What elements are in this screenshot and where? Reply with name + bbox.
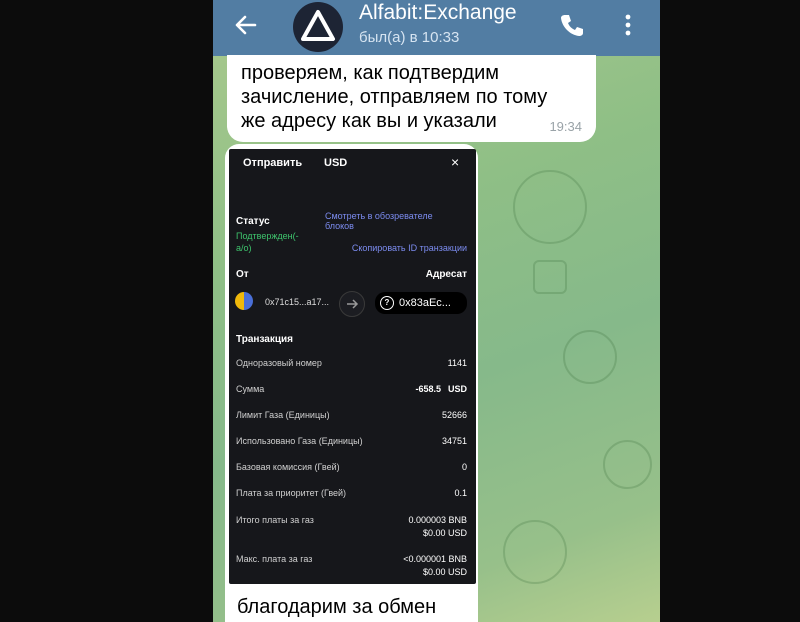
last-seen-status: был(а) в 10:33 (359, 29, 460, 46)
tx-row-label: Базовая комиссия (Гвей) (236, 462, 340, 472)
message-time: 19:34 (549, 119, 582, 134)
transaction-screenshot[interactable]: Отправить USD × Статус Подтвержден(-а/о)… (229, 149, 476, 584)
tx-row-value: 1141 (447, 358, 467, 368)
background-doodle (533, 260, 567, 294)
transaction-section-title: Транзакция (236, 334, 293, 345)
explorer-link: Смотреть в обозревателе блоков (325, 211, 433, 231)
close-icon: × (451, 154, 460, 170)
tx-row-value: -658.5 (415, 384, 441, 394)
status-value: Подтвержден(-а/о) (236, 231, 299, 253)
tx-row-value-usd: $0.00 USD (422, 528, 467, 538)
arrow-left-icon (235, 15, 257, 35)
background-doodle (563, 330, 617, 384)
tx-row-value: 34751 (441, 436, 467, 446)
tx-row-unit: USD (447, 384, 467, 394)
tx-row-label: Лимит Газа (Единицы) (236, 410, 330, 420)
to-address: 0x83aEc... (399, 297, 451, 309)
message-text: благодарим за обмен (237, 596, 437, 618)
chat-window: Alfabit:Exchange был(а) в 10:33 проверяе… (213, 0, 660, 622)
message-bubble[interactable]: проверяем, как подтвердим зачисление, от… (227, 55, 596, 142)
tx-row-value: <0.000001 BNB (403, 554, 467, 564)
to-label: Адресат (425, 269, 467, 280)
tx-row-label: Использовано Газа (Единицы) (236, 436, 363, 446)
account-avatar-icon (235, 292, 253, 310)
more-menu-button[interactable] (616, 10, 640, 40)
from-address: 0x71c15...a17... (265, 297, 330, 307)
vertical-dots-icon (625, 14, 631, 36)
message-bubble[interactable]: благодарим за обмен (225, 588, 478, 622)
message-text: проверяем, как подтвердим зачисление, от… (241, 62, 548, 132)
tx-row-label: Плата за приоритет (Гвей) (236, 488, 347, 498)
from-label: От (236, 269, 249, 280)
background-doodle (513, 170, 587, 244)
background-doodle (503, 520, 567, 584)
transfer-arrow-icon (339, 291, 365, 317)
alfabit-logo-icon (301, 10, 335, 41)
phone-icon (561, 15, 583, 36)
tx-row-label: Одноразовый номер (236, 358, 322, 368)
back-button[interactable] (231, 10, 261, 40)
tx-row-label: Сумма (236, 384, 265, 394)
call-button[interactable] (556, 10, 586, 40)
chat-header: Alfabit:Exchange был(а) в 10:33 (213, 0, 660, 56)
tx-row-label: Итого платы за газ (236, 515, 314, 525)
avatar[interactable] (293, 2, 343, 52)
tx-row-value: 0.1 (454, 488, 467, 498)
tx-row-label: Макс. плата за газ (236, 554, 313, 564)
copy-tx-id-link: Скопировать ID транзакции (351, 243, 467, 253)
tx-title: Отправить (243, 157, 303, 169)
tx-currency: USD (324, 157, 348, 169)
status-label: Статус (236, 216, 270, 227)
tx-row-value-usd: $0.00 USD (422, 567, 467, 577)
question-mark-icon: ? (380, 296, 394, 310)
tx-row-value: 0 (461, 462, 467, 472)
tx-row-value: 0.000003 BNB (408, 515, 467, 525)
tx-row-value: 52666 (441, 410, 467, 420)
background-doodle (603, 440, 652, 489)
chat-title[interactable]: Alfabit:Exchange (359, 1, 517, 25)
